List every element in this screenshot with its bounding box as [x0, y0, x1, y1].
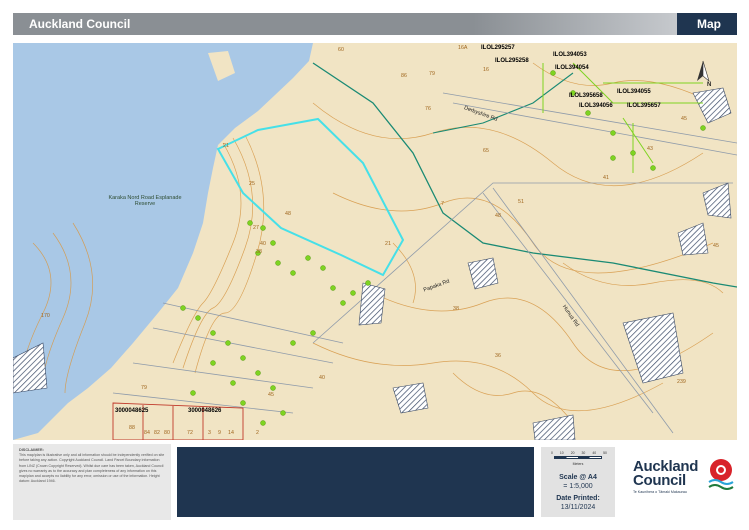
- address-number: 60: [338, 47, 344, 53]
- title-block-panel: [177, 447, 534, 517]
- scale-tick: 40: [592, 451, 597, 455]
- logo-subtitle: Te Kaunihera o Tāmaki Makaurau: [633, 490, 687, 494]
- parcel-id: 3000048626: [188, 408, 222, 414]
- disclaimer-box: DISCLAIMER: This map/plan is illustrativ…: [13, 444, 171, 520]
- address-number: 76: [425, 106, 431, 112]
- address-number: 45: [713, 243, 719, 249]
- address-number: 84: [144, 430, 150, 436]
- reserve-label: Karaka Nord Road Esplanade Reserve: [108, 195, 182, 207]
- parcel-id: ILOL394054: [555, 65, 589, 71]
- header-bar: Auckland Council Map: [13, 13, 737, 35]
- address-number: 88: [129, 425, 135, 431]
- disclaimer-text: This map/plan is illustrative only and a…: [19, 453, 165, 484]
- address-number: 40: [319, 375, 325, 381]
- address-number: 79: [141, 385, 147, 391]
- address-number: 21: [385, 241, 391, 247]
- scale-value: = 1:5,000: [563, 483, 593, 490]
- header-title: Auckland Council: [29, 17, 131, 31]
- address-number: 65: [483, 148, 489, 154]
- address-number: 72: [187, 430, 193, 436]
- address-number: 41: [603, 175, 609, 181]
- parcel-id: 3000048625: [115, 408, 149, 414]
- address-number: 170: [41, 313, 50, 319]
- parcel-id: ILOL394056: [579, 103, 613, 109]
- address-number: 2: [256, 430, 259, 436]
- scale-tick: 30: [581, 451, 586, 455]
- address-number: 25: [249, 181, 255, 187]
- address-number: 36: [495, 353, 501, 359]
- parcel-id: ILOL394053: [553, 52, 587, 58]
- address-number: 86: [401, 73, 407, 79]
- address-number: 21: [223, 143, 229, 149]
- address-number: 45: [268, 392, 274, 398]
- address-number: 16A: [458, 45, 468, 51]
- header-gradient-band: [473, 13, 688, 35]
- footer: DISCLAIMER: This map/plan is illustrativ…: [13, 444, 737, 520]
- date-printed-value: 13/11/2024: [560, 504, 596, 511]
- parcel-id: ILOL295257: [481, 45, 515, 51]
- scale-tick: 20: [570, 451, 575, 455]
- logo-line-2: Council: [633, 472, 686, 489]
- address-number: 7: [441, 201, 444, 207]
- scale-tick: 50: [603, 451, 607, 455]
- address-number: 48: [495, 213, 501, 219]
- address-number: 79: [429, 71, 435, 77]
- address-number: 38: [453, 306, 459, 312]
- address-number: 14: [228, 430, 234, 436]
- parcel-id: ILOL395658: [569, 93, 603, 99]
- scale-ticks: 0 10 20 30 40 50: [551, 451, 607, 455]
- address-number: 48: [285, 211, 291, 217]
- scale-label: Scale @ A4: [559, 474, 597, 481]
- address-number: 38: [256, 249, 262, 255]
- parcel-id: ILOL295258: [495, 58, 529, 64]
- address-number: 3: [208, 430, 211, 436]
- parcel-id: ILOL394055: [617, 89, 651, 95]
- date-printed-label: Date Printed:: [556, 495, 600, 502]
- address-number: 9: [218, 430, 221, 436]
- scale-tick: 0: [551, 451, 553, 455]
- scale-unit: Meters: [572, 462, 584, 466]
- header-section-label: Map: [697, 17, 721, 31]
- address-number: 40: [260, 241, 266, 247]
- scale-tick: 10: [559, 451, 564, 455]
- address-number: 80: [164, 430, 170, 436]
- address-number: 27: [253, 225, 259, 231]
- address-number: 82: [154, 430, 160, 436]
- address-number: 45: [681, 116, 687, 122]
- logo-wordmark: Auckland Council: [633, 459, 698, 489]
- parcel-id: ILOL395657: [627, 103, 661, 109]
- auckland-council-logo: Auckland Council Te Kaunihera o Tāmaki M…: [627, 450, 737, 516]
- address-number: 16: [483, 67, 489, 73]
- scale-bar: [554, 456, 602, 459]
- north-label: N: [707, 82, 712, 88]
- address-number: 51: [518, 199, 524, 205]
- scale-panel: 0 10 20 30 40 50 Meters Scale @ A4 = 1:5…: [541, 447, 615, 517]
- map-canvas[interactable]: Karaka Nord Road Esplanade Reserve Derby…: [13, 43, 737, 440]
- address-number: 239: [677, 379, 686, 385]
- address-number: 43: [647, 146, 653, 152]
- logo-emblem-icon: [708, 459, 734, 490]
